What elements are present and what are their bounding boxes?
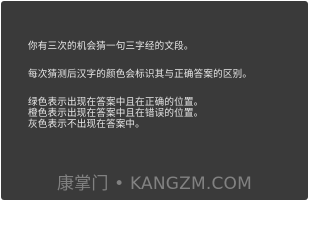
instruction-line-4: 橙色表示出现在答案中且在错误的位置。 [28, 108, 204, 119]
instruction-line-3: 绿色表示出现在答案中且在正确的位置。 [28, 97, 204, 108]
instructions-panel: 你有三次的机会猜一句三字经的文段。 每次猜测后汉字的颜色会标识其与正确答案的区别… [1, 1, 308, 200]
watermark: 康掌门 • KANGZM.COM [56, 174, 253, 194]
instructions-text: 你有三次的机会猜一句三字经的文段。 每次猜测后汉字的颜色会标识其与正确答案的区别… [28, 41, 303, 130]
instruction-line-2: 每次猜测后汉字的颜色会标识其与正确答案的区别。 [28, 69, 253, 80]
instruction-line-5: 灰色表示不出现在答案中。 [28, 119, 145, 130]
instruction-line-1: 你有三次的机会猜一句三字经的文段。 [28, 41, 194, 52]
